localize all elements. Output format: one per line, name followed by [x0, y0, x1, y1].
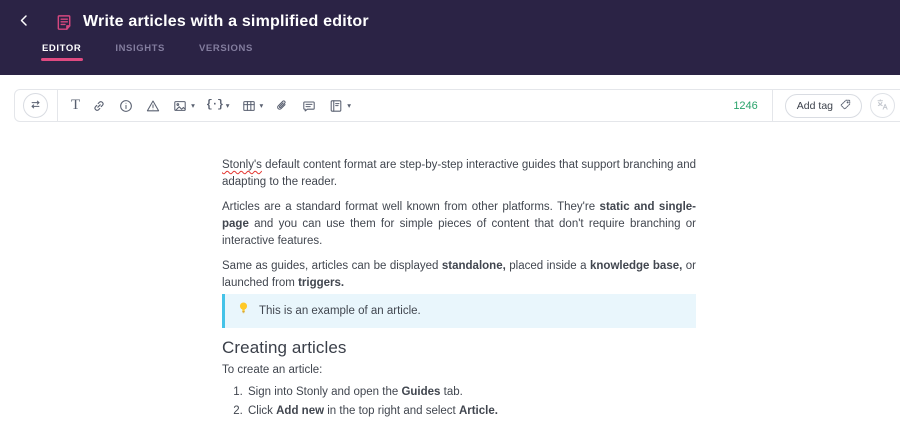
tab-insights[interactable]: INSIGHTS — [115, 43, 165, 62]
toolbar-tools: T ▾ {·} ▾ ▾ ▾ — [58, 95, 355, 117]
editor-content: Stonly's default content format are step… — [0, 75, 900, 420]
tab-versions[interactable]: VERSIONS — [199, 43, 253, 62]
code-icon: {·} — [205, 99, 224, 111]
translate-button[interactable] — [870, 93, 895, 118]
text-format-button[interactable]: T — [67, 95, 84, 116]
word-count: 1246 — [733, 99, 758, 112]
intro-text[interactable]: To create an article: — [222, 362, 696, 379]
image-icon — [172, 98, 188, 114]
tag-icon — [839, 98, 852, 114]
tab-editor[interactable]: EDITOR — [40, 43, 84, 62]
page-title: Write articles with a simplified editor — [83, 13, 369, 30]
swap-arrows-icon — [28, 97, 43, 115]
chevron-down-icon: ▾ — [347, 101, 352, 110]
info-icon — [118, 98, 134, 114]
callout-text: This is an example of an article. — [259, 304, 421, 317]
guide-embed-button[interactable]: ▾ — [324, 95, 355, 117]
section-heading[interactable]: Creating articles — [222, 337, 696, 358]
warning-block-button[interactable] — [141, 95, 165, 117]
editor-surface[interactable]: Stonly's default content format are step… — [222, 157, 696, 420]
paragraph[interactable]: Stonly's default content format are step… — [222, 157, 696, 191]
toolbar-divider — [771, 90, 773, 121]
note-callout-button[interactable] — [297, 95, 321, 117]
text-icon: T — [71, 97, 81, 113]
link-icon — [91, 98, 107, 114]
editor-toolbar: T ▾ {·} ▾ ▾ ▾ 1246 Add tag — [14, 89, 900, 122]
swap-content-type-button[interactable] — [23, 93, 48, 118]
article-icon — [55, 13, 74, 32]
app-window: Write articles with a simplified editor … — [0, 0, 900, 426]
steps-list: Sign into Stonly and open the Guides tab… — [222, 384, 696, 420]
warning-triangle-icon — [145, 98, 161, 114]
code-embed-button[interactable]: {·} ▾ — [202, 95, 234, 116]
tip-callout[interactable]: This is an example of an article. — [222, 294, 696, 328]
callout-icon — [301, 98, 317, 114]
list-item[interactable]: Click Add new in the top right and selec… — [246, 403, 696, 420]
image-button[interactable]: ▾ — [168, 95, 199, 117]
chevron-left-icon — [17, 13, 32, 31]
paragraph[interactable]: Same as guides, articles can be displaye… — [222, 258, 696, 292]
chevron-down-icon: ▾ — [225, 101, 230, 110]
info-block-button[interactable] — [114, 95, 138, 117]
add-tag-label: Add tag — [796, 99, 833, 112]
header: Write articles with a simplified editor … — [0, 0, 900, 75]
chevron-down-icon: ▾ — [259, 101, 264, 110]
tab-bar: EDITOR INSIGHTS VERSIONS — [0, 43, 900, 62]
paperclip-icon — [274, 98, 290, 114]
paragraph[interactable]: Articles are a standard format well know… — [222, 199, 696, 250]
add-tag-button[interactable]: Add tag — [784, 93, 862, 118]
link-button[interactable] — [87, 95, 111, 117]
table-icon — [241, 98, 257, 114]
translate-icon — [875, 97, 890, 115]
chevron-down-icon: ▾ — [191, 101, 195, 110]
lightbulb-icon — [237, 301, 250, 321]
list-item[interactable]: Sign into Stonly and open the Guides tab… — [246, 384, 696, 401]
attachment-button[interactable] — [270, 95, 294, 117]
book-icon — [328, 98, 344, 114]
table-button[interactable]: ▾ — [237, 95, 268, 117]
back-button[interactable] — [12, 10, 36, 34]
